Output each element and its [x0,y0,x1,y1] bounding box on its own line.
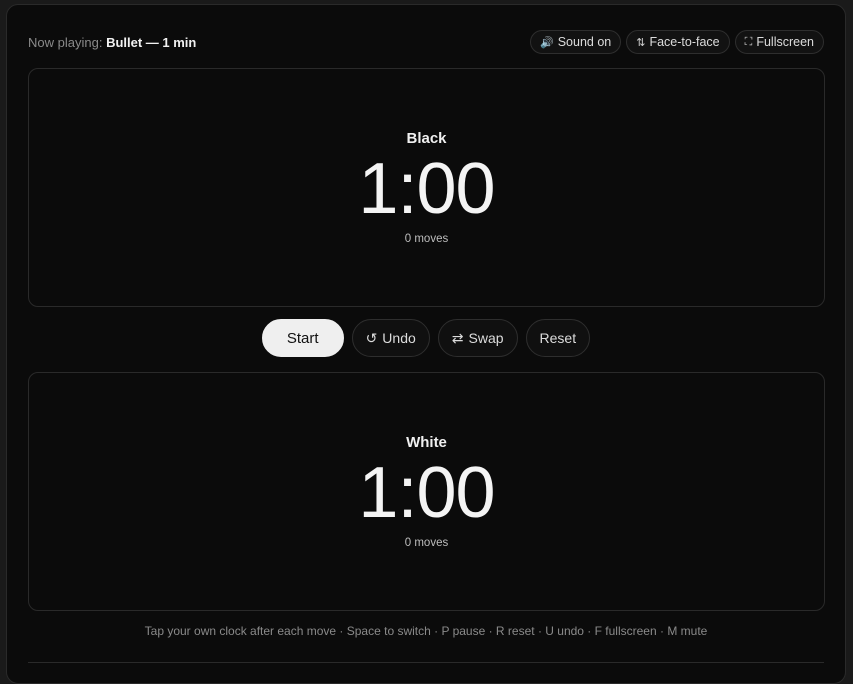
black-time-display: 1:00 [358,149,495,229]
white-move-count: 0 moves [404,537,449,549]
keyboard-hint: Tap your own clock after each move · Spa… [144,624,708,638]
face-to-face-label: Face-to-face [649,35,720,49]
start-button[interactable]: Start [261,319,344,357]
now-playing-value: Bullet — 1 min [106,34,197,50]
toolbar: 🔊 Sound on ⇅ Face-to-face ⛶ Fullscreen [530,30,824,54]
black-clock-panel[interactable]: Black 1:00 0 moves [28,68,825,307]
swap-label: Swap [468,330,504,346]
app-frame: Now playing: Bullet — 1 min 🔊 Sound on ⇅… [6,4,846,684]
undo-button[interactable]: ↺ Undo [351,319,430,357]
reset-button[interactable]: Reset [525,319,591,357]
white-player-name: White [406,434,447,451]
black-move-count: 0 moves [404,233,449,245]
white-time-display: 1:00 [358,453,495,533]
swap-icon: ⇄ [451,329,464,346]
black-player-name: Black [406,130,447,147]
flip-vertical-icon: ⇅ [636,36,646,49]
white-clock-panel[interactable]: White 1:00 0 moves [28,372,825,611]
face-to-face-button[interactable]: ⇅ Face-to-face [626,30,730,54]
swap-button[interactable]: ⇄ Swap [437,319,518,357]
speaker-icon: 🔊 [540,36,554,49]
fullscreen-icon: ⛶ [744,35,753,48]
undo-icon: ↺ [365,329,378,346]
top-bar: Now playing: Bullet — 1 min 🔊 Sound on ⇅… [28,29,824,55]
start-label: Start [286,329,319,347]
undo-label: Undo [382,330,416,346]
now-playing: Now playing: Bullet — 1 min [28,35,196,50]
divider [28,662,824,663]
sound-toggle-label: Sound on [557,35,612,49]
fullscreen-label: Fullscreen [756,35,814,49]
clock-controls: Start ↺ Undo ⇄ Swap Reset [7,319,845,359]
now-playing-label: Now playing: [28,34,103,50]
fullscreen-button[interactable]: ⛶ Fullscreen [734,30,824,54]
reset-label: Reset [539,330,577,346]
sound-toggle-button[interactable]: 🔊 Sound on [530,30,622,54]
